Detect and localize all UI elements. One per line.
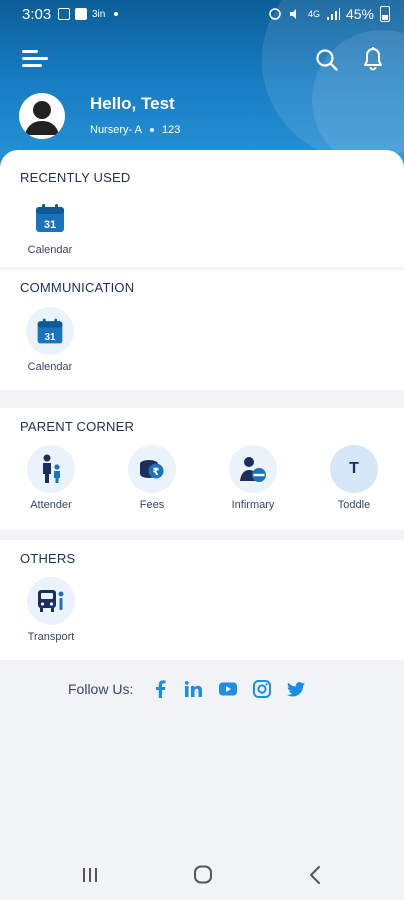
toddle-label: Toddle: [337, 499, 371, 511]
status-system-icons: 4G 45%: [268, 6, 390, 22]
search-button[interactable]: [315, 48, 339, 72]
attender-tile[interactable]: Attender: [16, 445, 86, 511]
svg-text:31: 31: [44, 219, 56, 231]
back-button[interactable]: [302, 864, 332, 886]
gallery-icon: [58, 8, 70, 20]
section-title: PARENT CORNER: [20, 419, 135, 434]
fees-tile[interactable]: ₹ Fees: [117, 445, 187, 511]
transport-tile[interactable]: Transport: [16, 577, 86, 643]
avatar[interactable]: [19, 93, 65, 139]
parent-corner-section: PARENT CORNER Attender ₹ Fees Infirmary …: [0, 408, 404, 530]
status-small-text: 3in: [92, 8, 106, 20]
calendar-label: Calendar: [27, 361, 73, 373]
header-banner: 3:03 3in 4G 45% Hello, Test Nursery- A 1…: [0, 0, 404, 175]
network-type: 4G: [307, 9, 320, 19]
class-name: Nursery- A: [90, 124, 142, 136]
bus-icon: [27, 577, 75, 625]
roll-number: 123: [161, 124, 181, 136]
section-title: RECENTLY USED: [20, 170, 131, 185]
toddle-letter-icon: T: [330, 445, 378, 493]
student-class-info: Nursery- A 123: [90, 124, 180, 136]
svg-text:₹: ₹: [153, 467, 160, 478]
toddle-tile[interactable]: T Toddle: [319, 445, 389, 511]
coins-icon: ₹: [128, 445, 176, 493]
calendar-tile[interactable]: 31 Calendar: [15, 194, 85, 256]
calendar-icon: 31: [26, 307, 74, 355]
infirmary-tile[interactable]: Infirmary: [218, 445, 288, 511]
menu-button[interactable]: [22, 48, 48, 68]
instagram-icon[interactable]: [253, 680, 272, 698]
facebook-icon[interactable]: [151, 680, 169, 698]
bell-icon: [364, 47, 382, 71]
attender-label: Attender: [30, 499, 72, 511]
silent-icon: [289, 9, 296, 19]
recent-apps-icon: [83, 868, 97, 882]
user-icon: [25, 101, 59, 135]
home-button[interactable]: [188, 864, 218, 886]
parent-child-icon: [27, 445, 75, 493]
twitter-icon[interactable]: [287, 680, 306, 698]
calendar-label: Calendar: [27, 244, 73, 256]
battery-icon: [380, 6, 390, 22]
transport-label: Transport: [27, 631, 75, 643]
medical-icon: [229, 445, 277, 493]
alarm-icon: [269, 8, 281, 20]
calendar-icon: 31: [26, 194, 74, 242]
status-bar: 3:03 3in 4G 45%: [0, 0, 404, 30]
fees-label: Fees: [139, 499, 165, 511]
follow-us-bar: Follow Us:: [68, 680, 321, 698]
notification-icon: [75, 8, 87, 20]
section-title: OTHERS: [20, 551, 76, 566]
notifications-button[interactable]: [361, 46, 385, 72]
recent-apps-button[interactable]: [75, 864, 105, 886]
calendar-tile[interactable]: 31 Calendar: [15, 307, 85, 373]
home-icon: [194, 865, 212, 884]
dot-icon: [114, 12, 119, 16]
recently-used-section: RECENTLY USED 31 Calendar: [0, 150, 404, 267]
battery-percent: 45%: [345, 6, 374, 22]
svg-text:31: 31: [45, 332, 56, 343]
back-icon: [310, 866, 320, 884]
separator-dot: [149, 128, 154, 132]
signal-icon: [326, 8, 340, 20]
communication-section: COMMUNICATION 31 Calendar: [0, 270, 404, 390]
linkedin-icon[interactable]: [185, 680, 203, 698]
infirmary-label: Infirmary: [231, 499, 275, 511]
section-title: COMMUNICATION: [20, 280, 135, 295]
greeting-text: Hello, Test: [90, 94, 175, 113]
others-section: OTHERS Transport: [0, 540, 404, 660]
status-time: 3:03: [22, 6, 52, 23]
search-icon: [316, 49, 338, 71]
status-notification-icons: 3in: [58, 8, 119, 20]
follow-us-label: Follow Us:: [68, 681, 134, 697]
youtube-icon[interactable]: [219, 680, 238, 698]
system-nav-bar: [0, 850, 404, 900]
